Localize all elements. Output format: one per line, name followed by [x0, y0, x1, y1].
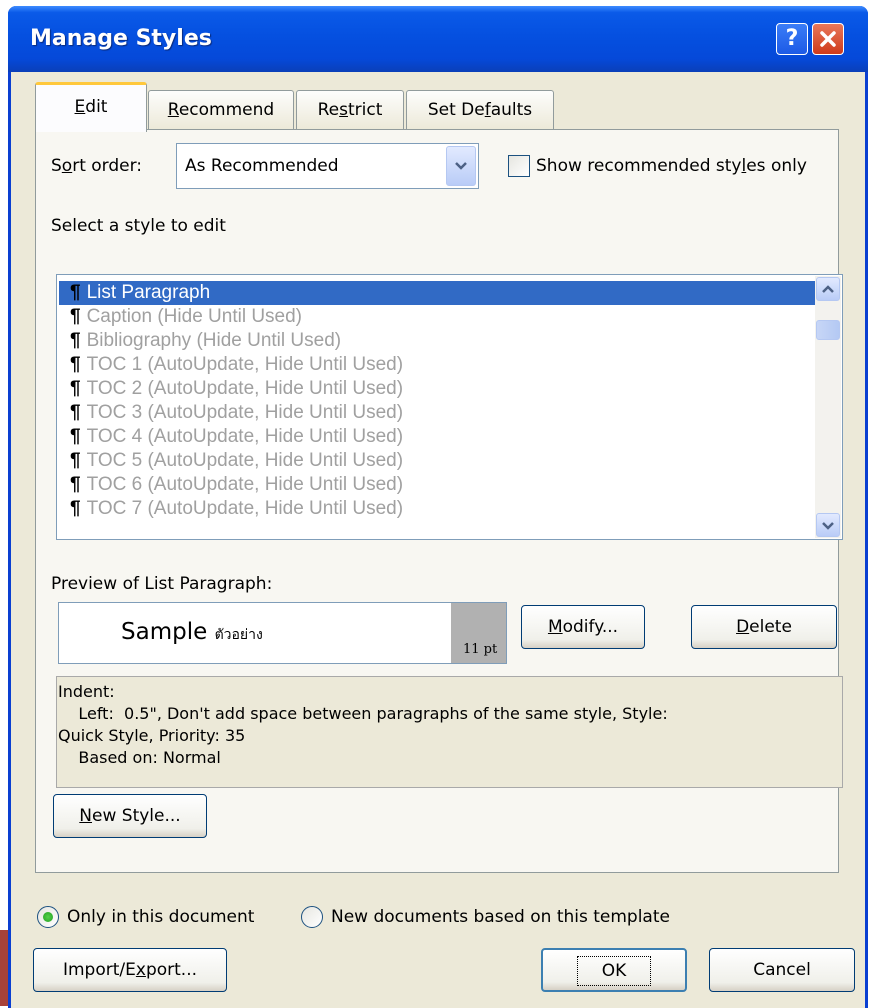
- sort-order-label: Sort order:: [51, 156, 143, 176]
- new-documents-template-label: New documents based on this template: [331, 907, 670, 927]
- paragraph-icon: ¶: [70, 498, 81, 519]
- paragraph-icon: ¶: [70, 330, 81, 351]
- show-recommended-label: Show recommended styles only: [536, 156, 807, 176]
- tab-restrict[interactable]: Restrict: [296, 90, 404, 130]
- preview-sample-text: Sample ตัวอย่าง: [121, 619, 263, 645]
- list-item[interactable]: ¶ TOC 2 (AutoUpdate, Hide Until Used): [70, 377, 815, 401]
- paragraph-icon: ¶: [70, 474, 81, 495]
- title-bar: Manage Styles ?: [8, 6, 868, 72]
- paragraph-icon: ¶: [70, 354, 81, 375]
- cancel-button[interactable]: Cancel: [709, 948, 855, 992]
- tab-edit[interactable]: Edit: [35, 82, 147, 132]
- list-item[interactable]: ¶ TOC 3 (AutoUpdate, Hide Until Used): [70, 401, 815, 425]
- new-documents-template-radio[interactable]: [301, 906, 323, 928]
- list-item[interactable]: ¶ Caption (Hide Until Used): [70, 305, 815, 329]
- select-style-label: Select a style to edit: [51, 216, 226, 236]
- paragraph-icon: ¶: [70, 402, 81, 423]
- paragraph-icon: ¶: [70, 282, 81, 303]
- font-size-indicator: 11 pt: [451, 603, 506, 663]
- list-item[interactable]: ¶ TOC 5 (AutoUpdate, Hide Until Used): [70, 449, 815, 473]
- list-item[interactable]: ¶ TOC 1 (AutoUpdate, Hide Until Used): [70, 353, 815, 377]
- tab-recommend[interactable]: Recommend: [148, 90, 294, 130]
- list-item[interactable]: ¶ TOC 7 (AutoUpdate, Hide Until Used): [70, 497, 815, 521]
- list-item[interactable]: ¶ TOC 4 (AutoUpdate, Hide Until Used): [70, 425, 815, 449]
- chevron-down-icon[interactable]: [446, 146, 476, 186]
- preview-label: Preview of List Paragraph:: [51, 574, 273, 594]
- import-export-button[interactable]: Import/Export...: [33, 948, 227, 992]
- only-this-document-label: Only in this document: [67, 907, 255, 927]
- style-list-scrollbar[interactable]: [815, 276, 841, 538]
- style-list[interactable]: ¶ List Paragraph ¶ Caption (Hide Until Use…: [56, 274, 843, 540]
- delete-button[interactable]: Delete: [691, 605, 837, 649]
- style-description: Indent: Left: 0.5", Don't add space betw…: [56, 676, 843, 788]
- sort-order-dropdown[interactable]: As Recommended: [176, 143, 479, 189]
- new-style-button[interactable]: New Style...: [53, 794, 207, 838]
- scroll-up-icon[interactable]: [816, 277, 840, 301]
- list-item[interactable]: ¶ List Paragraph: [59, 281, 815, 305]
- show-recommended-checkbox[interactable]: [508, 155, 530, 177]
- close-icon[interactable]: [812, 23, 844, 55]
- tab-set-defaults[interactable]: Set Defaults: [406, 90, 554, 130]
- paragraph-icon: ¶: [70, 450, 81, 471]
- scroll-down-icon[interactable]: [816, 513, 840, 537]
- paragraph-icon: ¶: [70, 306, 81, 327]
- paragraph-icon: ¶: [70, 426, 81, 447]
- dialog-title: Manage Styles: [30, 26, 212, 51]
- sort-order-value: As Recommended: [185, 156, 339, 176]
- paragraph-icon: ¶: [70, 378, 81, 399]
- list-item[interactable]: ¶ TOC 6 (AutoUpdate, Hide Until Used): [70, 473, 815, 497]
- style-preview: Sample ตัวอย่าง 11 pt: [58, 602, 507, 664]
- modify-button[interactable]: Modify...: [521, 605, 645, 649]
- scrollbar-thumb[interactable]: [816, 320, 840, 340]
- manage-styles-dialog: Manage Styles ? Edit Recommend Restrict …: [8, 6, 868, 1008]
- help-icon[interactable]: ?: [776, 23, 808, 55]
- ok-button[interactable]: OK: [541, 948, 687, 992]
- only-this-document-radio[interactable]: [37, 906, 59, 928]
- list-item[interactable]: ¶ Bibliography (Hide Until Used): [70, 329, 815, 353]
